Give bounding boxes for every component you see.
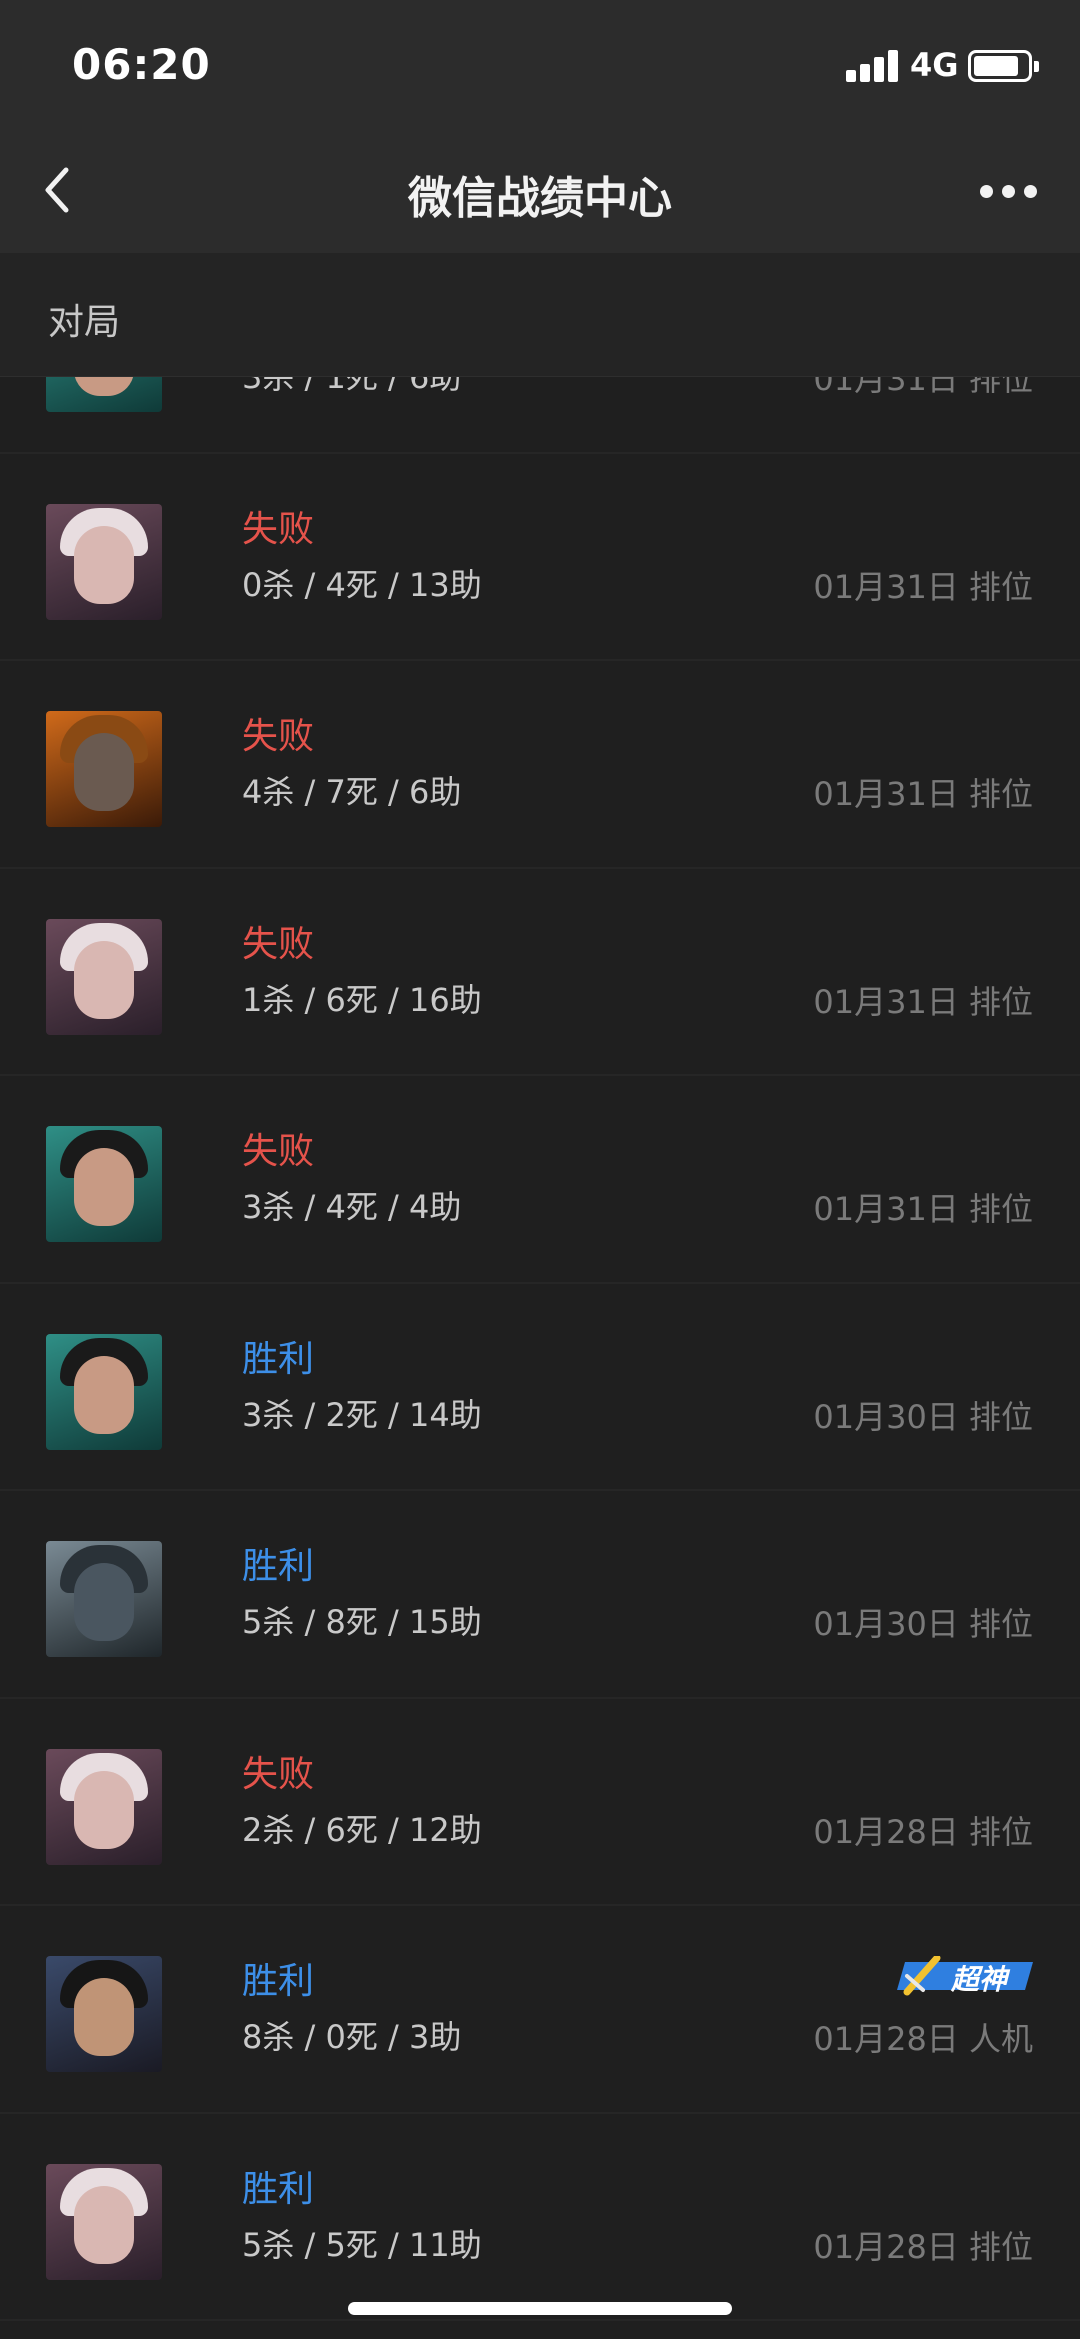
match-row[interactable]: 失败 4杀 / 7死 / 6助 01月31日 排位: [0, 661, 1080, 869]
hero-avatar: [46, 1333, 162, 1450]
match-date: 01月28日: [813, 1812, 959, 1851]
top-bar: 06:20 4G 微信战绩中心: [0, 0, 1080, 253]
match-date-mode: 01月28日 排位: [813, 2222, 1033, 2268]
match-mode: 排位: [968, 1397, 1033, 1436]
match-mode: 排位: [968, 1812, 1033, 1851]
match-date: 01月30日: [813, 1605, 959, 1643]
legendary-badge: 超神: [897, 1954, 1033, 1996]
hero-avatar: [46, 918, 162, 1035]
match-result: 胜利: [242, 2168, 315, 2210]
match-date: 01月28日: [813, 2020, 959, 2058]
match-date: 01月31日: [813, 982, 959, 1021]
match-result: 胜利: [242, 1546, 315, 1587]
match-result: 失败: [242, 1753, 315, 1795]
match-row[interactable]: 胜利 3杀 / 2死 / 14助 01月30日 排位: [0, 1284, 1080, 1491]
match-row[interactable]: 失败 1杀 / 6死 / 16助 01月31日 排位: [0, 869, 1080, 1076]
match-kda: 0杀 / 4死 / 13助: [242, 565, 482, 604]
match-mode: 排位: [968, 1605, 1033, 1643]
hero-avatar: [46, 503, 162, 620]
match-date: 01月31日: [813, 775, 959, 813]
match-mode: 排位: [968, 567, 1033, 606]
match-kda: 3杀 / 2死 / 14助: [242, 1395, 482, 1434]
match-row[interactable]: 失败 0杀 / 4死 / 13助 01月31日 排位: [0, 454, 1080, 661]
signal-icon: [846, 50, 900, 82]
match-date-mode: 01月31日 排位: [813, 562, 1033, 608]
match-date-mode: 01月30日 排位: [813, 1599, 1033, 1645]
match-result: 失败: [242, 716, 315, 757]
match-result: 胜利: [242, 1961, 315, 2002]
match-kda: 3杀 / 1死 / 6助: [242, 377, 462, 396]
status-bar: 06:20 4G: [0, 0, 1080, 130]
match-date: 01月30日: [813, 1397, 959, 1436]
navigation-bar: 微信战绩中心: [0, 130, 1080, 253]
badge-label: 超神: [951, 1963, 1008, 1996]
match-result: 失败: [242, 1131, 315, 1172]
match-result: 失败: [242, 508, 315, 550]
network-type: 4G: [910, 46, 959, 84]
hero-avatar: [46, 2163, 162, 2280]
match-date-mode: 01月31日 排位: [813, 977, 1033, 1023]
match-mode: 排位: [968, 1190, 1033, 1228]
status-time: 06:20: [72, 40, 211, 89]
match-kda: 5杀 / 5死 / 11助: [242, 2225, 482, 2264]
match-mode: 排位: [968, 377, 1033, 398]
match-mode: 排位: [968, 982, 1033, 1021]
match-mode: 排位: [968, 775, 1033, 813]
hero-avatar: [46, 1541, 162, 1657]
match-row[interactable]: 失败 3杀 / 4死 / 4助 01月31日 排位: [0, 1076, 1080, 1284]
match-date-mode: 01月28日 排位: [813, 1807, 1033, 1853]
match-date: 01月31日: [813, 567, 959, 606]
match-row[interactable]: 3杀 / 1死 / 6助 01月31日 排位: [0, 377, 1080, 454]
hero-avatar: [46, 377, 162, 412]
match-date-mode: 01月31日 排位: [813, 769, 1033, 815]
hero-avatar: [46, 1956, 162, 2072]
match-date: 01月31日: [813, 377, 959, 398]
match-row[interactable]: 胜利 5杀 / 5死 / 11助 01月28日 排位: [0, 2114, 1080, 2321]
home-indicator[interactable]: [348, 2302, 732, 2315]
hero-avatar: [46, 1748, 162, 1865]
match-date-mode: 01月31日 排位: [813, 1184, 1033, 1230]
more-button[interactable]: [980, 180, 1040, 202]
match-result: 失败: [242, 923, 315, 965]
match-kda: 1杀 / 6死 / 16助: [242, 980, 482, 1019]
match-kda: 5杀 / 8死 / 15助: [242, 1603, 482, 1641]
match-mode: 排位: [968, 2227, 1033, 2266]
match-kda: 4杀 / 7死 / 6助: [242, 773, 462, 811]
hero-avatar: [46, 711, 162, 827]
section-title: 对局: [48, 302, 121, 343]
battery-icon: [968, 50, 1039, 82]
match-list[interactable]: 3杀 / 1死 / 6助 01月31日 排位 失败 0杀 / 4死 / 13助 01月3…: [0, 377, 1080, 2339]
match-result: 胜利: [242, 1338, 315, 1380]
match-date-mode: 01月31日 排位: [813, 377, 1033, 400]
match-row[interactable]: 失败 2杀 / 6死 / 12助 01月28日 排位: [0, 1699, 1080, 1906]
section-header: 对局: [0, 253, 1080, 377]
match-date: 01月31日: [813, 1190, 959, 1228]
hero-avatar: [46, 1126, 162, 1242]
match-row[interactable]: 胜利 5杀 / 8死 / 15助 01月30日 排位: [0, 1491, 1080, 1699]
match-date-mode: 01月28日 人机: [813, 2014, 1033, 2060]
match-date-mode: 01月30日 排位: [813, 1392, 1033, 1438]
match-kda: 8杀 / 0死 / 3助: [242, 2018, 462, 2056]
match-kda: 2杀 / 6死 / 12助: [242, 1810, 482, 1849]
page-title: 微信战绩中心: [408, 173, 672, 224]
match-mode: 人机: [968, 2020, 1033, 2058]
match-kda: 3杀 / 4死 / 4助: [242, 1188, 462, 1226]
match-date: 01月28日: [813, 2227, 959, 2266]
match-row[interactable]: 胜利 8杀 / 0死 / 3助 01月28日 人机 超神: [0, 1906, 1080, 2114]
